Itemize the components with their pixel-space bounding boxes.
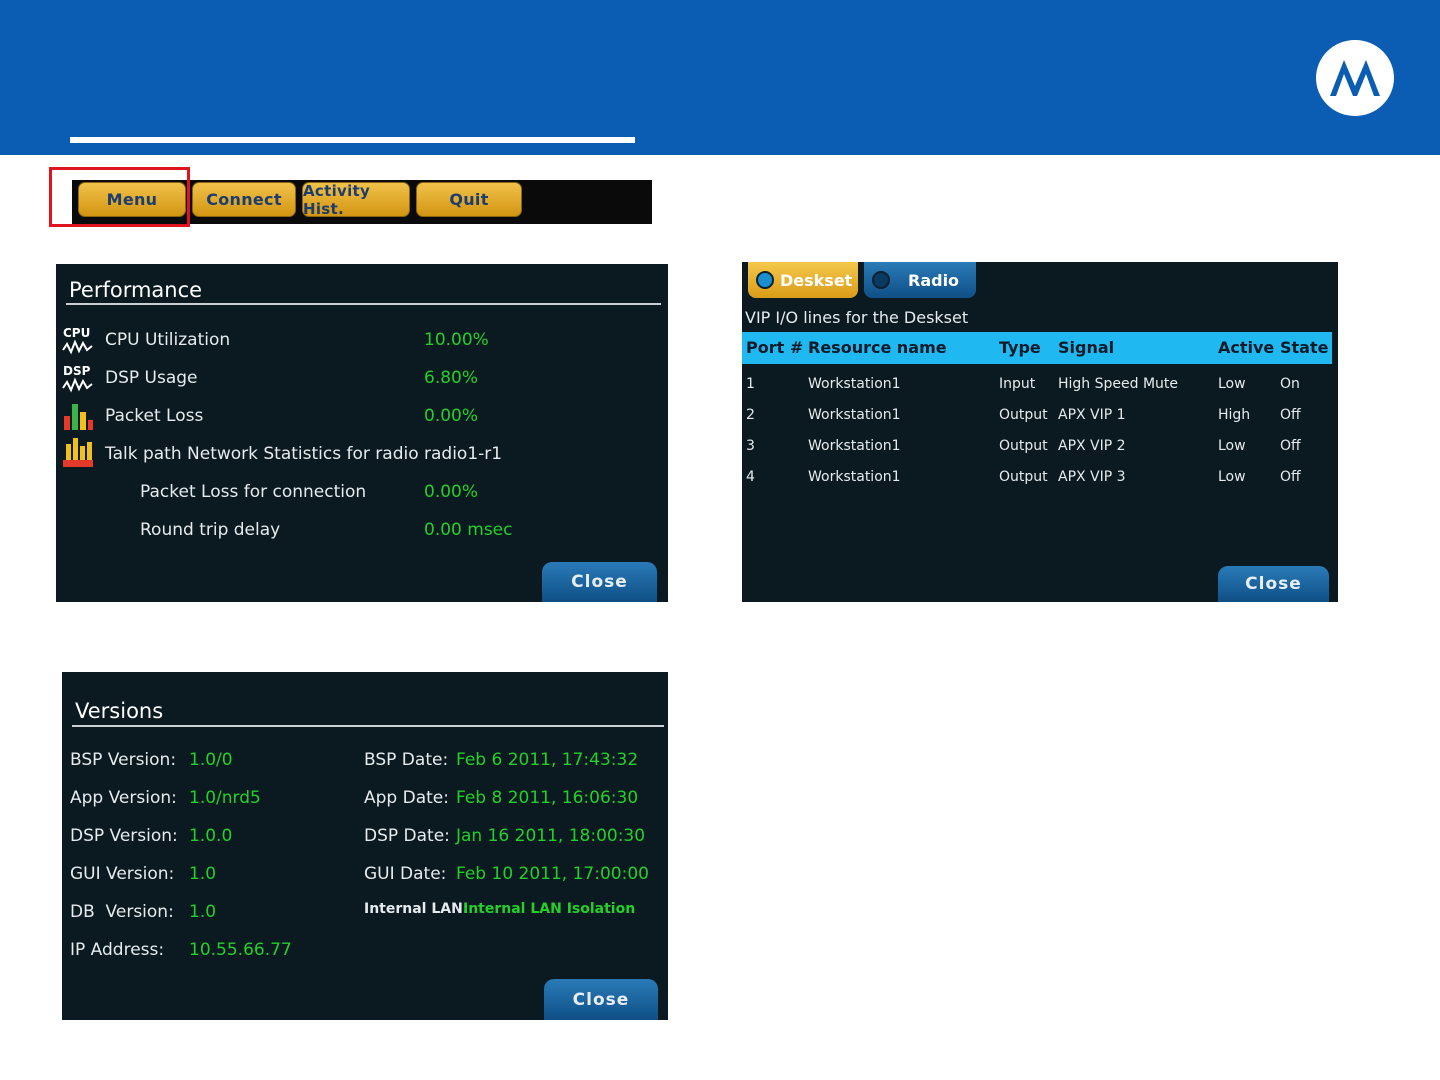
table-row[interactable]: 3 Workstation1 Output APX VIP 2 Low Off: [742, 438, 1332, 460]
tab-deskset[interactable]: Deskset: [748, 262, 858, 298]
motorola-logo-icon: [1316, 40, 1394, 116]
cpu-icon: CPU: [62, 324, 94, 356]
tab-deskset-label: Deskset: [780, 270, 853, 290]
cell-resource: Workstation1: [808, 469, 901, 485]
header-underline: [70, 137, 635, 143]
talk-path-radio-value: radio1-r1: [424, 444, 503, 464]
round-trip-delay-value: 0.00 msec: [424, 520, 513, 540]
dsp-version-label: DSP Version:: [70, 826, 178, 846]
connect-button[interactable]: Connect: [192, 182, 296, 217]
cell-port: 4: [746, 469, 755, 485]
title-divider: [72, 725, 664, 727]
cell-signal: APX VIP 3: [1058, 469, 1126, 485]
cpu-utilization-value: 10.00%: [424, 330, 489, 350]
tab-radio-label: Radio: [908, 270, 960, 290]
vip-subtitle: VIP I/O lines for the Deskset: [745, 308, 969, 327]
column-header-active: Active: [1218, 338, 1275, 357]
bsp-version-label: BSP Version:: [70, 750, 177, 770]
bsp-version-value: 1.0/0: [189, 750, 233, 770]
cell-resource: Workstation1: [808, 407, 901, 423]
cell-state: Off: [1280, 407, 1301, 423]
gui-date-label: GUI Date:: [364, 864, 447, 884]
app-version-label: App Version:: [70, 788, 177, 808]
cell-type: Output: [999, 469, 1048, 485]
cell-resource: Workstation1: [808, 376, 901, 392]
column-header-signal: Signal: [1058, 338, 1115, 357]
column-header-state: State: [1280, 338, 1329, 357]
ip-address-label: IP Address:: [70, 940, 165, 960]
table-row[interactable]: 2 Workstation1 Output APX VIP 1 High Off: [742, 407, 1332, 429]
header-bar: [0, 0, 1440, 155]
ip-address-value: 10.55.66.77: [189, 940, 292, 960]
column-header-port: Port #: [746, 338, 804, 357]
dsp-usage-label: DSP Usage: [105, 368, 198, 388]
app-date-value: Feb 8 2011, 16:06:30: [456, 788, 639, 808]
cell-resource: Workstation1: [808, 438, 901, 454]
internal-lan-value: Internal LAN Isolation: [463, 901, 636, 917]
cpu-icon-text: CPU: [63, 326, 90, 340]
versions-close-button[interactable]: Close: [544, 979, 658, 1020]
table-row[interactable]: 4 Workstation1 Output APX VIP 3 Low Off: [742, 469, 1332, 491]
column-header-resource: Resource name: [808, 338, 947, 357]
dsp-date-label: DSP Date:: [364, 826, 450, 846]
cell-state: On: [1280, 376, 1300, 392]
dsp-icon: DSP: [62, 362, 94, 394]
panel-title: Versions: [75, 699, 164, 723]
activity-history-button[interactable]: Activity Hist.: [302, 182, 410, 218]
radio-radio-icon: [872, 271, 890, 289]
cell-type: Input: [999, 376, 1036, 392]
deskset-radio-icon: [756, 271, 774, 289]
performance-panel: Performance CPU DSP CPU Utilization 10.0…: [56, 264, 668, 602]
quit-button[interactable]: Quit: [416, 182, 522, 217]
connection-packet-loss-label: Packet Loss for connection: [140, 482, 367, 502]
packet-loss-value: 0.00%: [424, 406, 479, 426]
cell-state: Off: [1280, 469, 1301, 485]
cell-port: 3: [746, 438, 755, 454]
cell-active: Low: [1218, 469, 1246, 485]
cell-type: Output: [999, 407, 1048, 423]
packet-loss-label: Packet Loss: [105, 406, 204, 426]
bar-chart-icon: [62, 400, 94, 432]
vip-close-button[interactable]: Close: [1218, 566, 1329, 602]
bsp-date-label: BSP Date:: [364, 750, 449, 770]
db-version-value: 1.0: [189, 902, 217, 922]
talk-path-label: Talk path Network Statistics for radio: [105, 444, 419, 464]
cell-active: Low: [1218, 376, 1246, 392]
performance-close-button[interactable]: Close: [542, 562, 657, 602]
app-version-value: 1.0/nrd5: [189, 788, 261, 808]
dsp-icon-text: DSP: [63, 364, 91, 378]
cell-active: High: [1218, 407, 1251, 423]
vip-io-panel: Deskset Radio VIP I/O lines for the Desk…: [742, 262, 1338, 602]
gui-version-value: 1.0: [189, 864, 217, 884]
cell-signal: High Speed Mute: [1058, 376, 1179, 392]
cell-signal: APX VIP 1: [1058, 407, 1126, 423]
gui-date-value: Feb 10 2011, 17:00:00: [456, 864, 649, 884]
dsp-version-value: 1.0.0: [189, 826, 233, 846]
panel-title: Performance: [69, 278, 203, 302]
cell-active: Low: [1218, 438, 1246, 454]
versions-panel: Versions BSP Version: 1.0/0 App Version:…: [62, 672, 668, 1020]
cell-port: 1: [746, 376, 755, 392]
table-row[interactable]: 1 Workstation1 Input High Speed Mute Low…: [742, 376, 1332, 398]
menu-highlight-box: [49, 167, 190, 227]
bsp-date-value: Feb 6 2011, 17:43:32: [456, 750, 639, 770]
cell-type: Output: [999, 438, 1048, 454]
db-version-label: DB Version:: [70, 902, 174, 922]
dsp-date-value: Jan 16 2011, 18:00:30: [456, 826, 646, 846]
gui-version-label: GUI Version:: [70, 864, 175, 884]
dsp-usage-value: 6.80%: [424, 368, 479, 388]
app-date-label: App Date:: [364, 788, 449, 808]
internal-lan-label: Internal LAN:: [364, 901, 469, 917]
radio-stats-icon: [62, 436, 94, 468]
title-divider: [66, 303, 661, 305]
cell-signal: APX VIP 2: [1058, 438, 1126, 454]
column-header-type: Type: [999, 338, 1041, 357]
connection-packet-loss-value: 0.00%: [424, 482, 479, 502]
round-trip-delay-label: Round trip delay: [140, 520, 281, 540]
cell-state: Off: [1280, 438, 1301, 454]
cpu-utilization-label: CPU Utilization: [105, 330, 231, 350]
tab-radio[interactable]: Radio: [864, 262, 976, 298]
cell-port: 2: [746, 407, 755, 423]
vip-table-header: Port # Resource name Type Signal Active …: [742, 332, 1332, 364]
